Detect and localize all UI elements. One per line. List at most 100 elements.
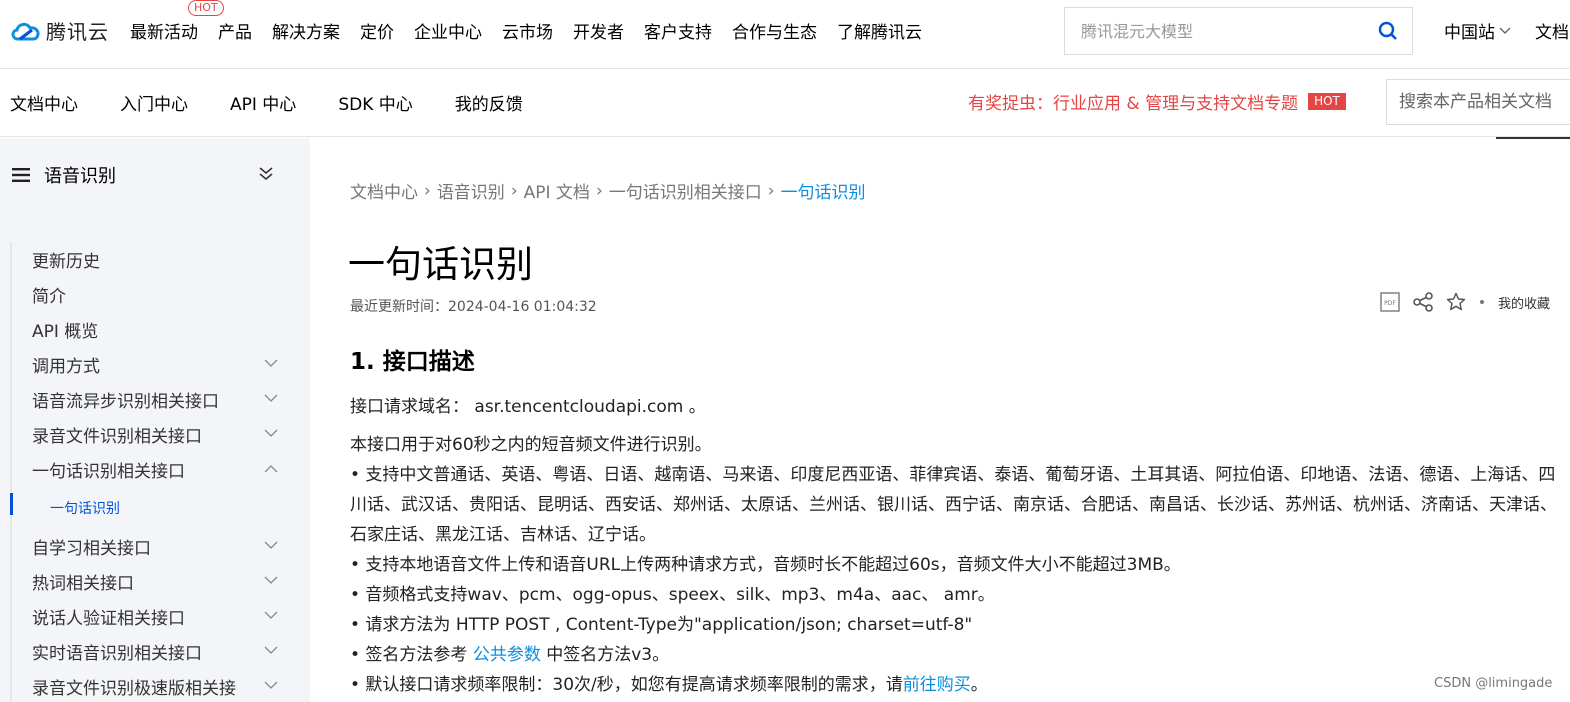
bullet-text: • 默认接口请求频率限制：30次/秒，如您有提高请求频率限制的需求，请 bbox=[350, 675, 903, 695]
chevron-down-icon bbox=[264, 429, 278, 437]
bullet-text: 中签名方法v3。 bbox=[540, 645, 670, 665]
sidebar-item-realtime[interactable]: 实时语音识别相关接口 bbox=[32, 634, 292, 669]
sidebar-item-async-stream[interactable]: 语音流异步识别相关接口 bbox=[32, 382, 292, 417]
sidebar-item-label: 自学习相关接口 bbox=[32, 539, 151, 559]
hot-badge: HOT bbox=[188, 0, 224, 16]
bullet-method: • 请求方法为 HTTP POST , Content-Type为"applic… bbox=[350, 615, 973, 635]
doc-link[interactable]: 文档 bbox=[1535, 18, 1569, 43]
nav-item-enterprise[interactable]: 企业中心 bbox=[414, 18, 482, 43]
promo-link[interactable]: 有奖捉虫：行业应用 & 管理与支持文档专题 HOT bbox=[968, 89, 1346, 114]
section-title: 1. 接口描述 bbox=[350, 349, 475, 375]
chevron-down-icon bbox=[1499, 27, 1511, 34]
breadcrumb-item[interactable]: 文档中心 bbox=[350, 178, 418, 203]
sidebar-item-label: 热词相关接口 bbox=[32, 574, 134, 594]
bullet-formats: • 音频格式支持wav、pcm、ogg-opus、speex、silk、mp3、… bbox=[350, 585, 995, 605]
doc-tools: PDF 我的收藏 bbox=[1380, 292, 1550, 312]
sidebar-item-sentence-recognition-group[interactable]: 一句话识别相关接口 bbox=[32, 452, 292, 487]
search-icon[interactable] bbox=[1378, 21, 1398, 41]
chevron-down-icon bbox=[264, 394, 278, 402]
sidebar-item-label: 调用方式 bbox=[32, 357, 100, 377]
chevron-up-icon bbox=[264, 465, 278, 473]
doc-subnav: 文档中心 入门中心 API 中心 SDK 中心 我的反馈 有奖捉虫：行业应用 &… bbox=[0, 69, 1570, 137]
domain-line: 接口请求域名： asr.tencentcloudapi.com 。 bbox=[350, 392, 1565, 422]
sidebar-item-label: 简介 bbox=[32, 287, 66, 307]
star-icon[interactable] bbox=[1446, 292, 1466, 312]
sidebar-item-label: API 概览 bbox=[32, 322, 99, 342]
sidebar-item-hotwords[interactable]: 热词相关接口 bbox=[32, 564, 292, 599]
subnav-getting-started[interactable]: 入门中心 bbox=[120, 90, 188, 115]
bullet-text: • 签名方法参考 bbox=[350, 645, 473, 665]
doc-sidebar: 语音识别 更新历史 简介 API 概览 调用方式 语音流异步识别相关接口 录音文… bbox=[0, 138, 310, 702]
chevron-right-icon: › bbox=[424, 180, 431, 201]
chevron-right-icon: › bbox=[767, 180, 775, 201]
subnav-sdk-center[interactable]: SDK 中心 bbox=[338, 90, 412, 115]
sidebar-item-file-recognition[interactable]: 录音文件识别相关接口 bbox=[32, 417, 292, 452]
breadcrumb-current[interactable]: 一句话识别 bbox=[781, 178, 866, 203]
promo-text: 有奖捉虫：行业应用 & 管理与支持文档专题 bbox=[968, 94, 1299, 114]
main-nav: 最新活动 产品 解决方案 定价 企业中心 云市场 开发者 客户支持 合作与生态 … bbox=[130, 18, 942, 43]
region-selector[interactable]: 中国站 bbox=[1444, 18, 1511, 43]
watermark: CSDN @limingade bbox=[1434, 676, 1553, 691]
sidebar-item-sentence-recognition[interactable]: 一句话识别 bbox=[32, 487, 292, 529]
global-search-input[interactable] bbox=[1065, 8, 1355, 54]
nav-item-developers[interactable]: 开发者 bbox=[573, 18, 624, 43]
menu-icon[interactable] bbox=[12, 167, 30, 183]
share-icon[interactable] bbox=[1412, 292, 1434, 312]
product-doc-search bbox=[1386, 79, 1570, 125]
chevron-down-icon bbox=[264, 541, 278, 549]
sidebar-item-label: 录音文件识别相关接口 bbox=[32, 427, 202, 447]
nav-item-marketplace[interactable]: 云市场 bbox=[502, 18, 553, 43]
chevron-right-icon: › bbox=[595, 180, 603, 201]
my-favorites-link[interactable]: 我的收藏 bbox=[1498, 293, 1550, 312]
breadcrumb: 文档中心 › 语音识别 › API 文档 › 一句话识别相关接口 › 一句话识别 bbox=[350, 178, 866, 204]
sidebar-item-speaker-verification[interactable]: 说话人验证相关接口 bbox=[32, 599, 292, 634]
product-doc-search-input[interactable] bbox=[1387, 80, 1570, 124]
domain-label: 接口请求域名： bbox=[350, 397, 469, 417]
nav-item-partners[interactable]: 合作与生态 bbox=[732, 18, 817, 43]
intro-text: 本接口用于对60秒之内的短音频文件进行识别。 bbox=[350, 435, 712, 455]
chevron-down-icon bbox=[264, 576, 278, 584]
page-title: 一句话识别 bbox=[348, 243, 533, 286]
bullet-signature: • 签名方法参考 公共参数 中签名方法v3。 bbox=[350, 640, 1565, 670]
sidebar-item-self-learning[interactable]: 自学习相关接口 bbox=[32, 529, 292, 564]
breadcrumb-item[interactable]: 语音识别 bbox=[437, 178, 505, 203]
chevron-down-icon bbox=[264, 681, 278, 689]
sidebar-item-label: 说话人验证相关接口 bbox=[32, 609, 185, 629]
pdf-icon[interactable]: PDF bbox=[1380, 292, 1400, 312]
dot-icon bbox=[1480, 300, 1484, 304]
sidebar-item-label: 一句话识别相关接口 bbox=[32, 462, 185, 482]
breadcrumb-item[interactable]: API 文档 bbox=[524, 178, 590, 203]
breadcrumb-item[interactable]: 一句话识别相关接口 bbox=[609, 178, 762, 203]
sidebar-tree-line bbox=[10, 242, 12, 702]
sidebar-item-api-overview[interactable]: API 概览 bbox=[32, 312, 292, 347]
tencent-cloud-logo[interactable]: 腾讯云 bbox=[10, 16, 109, 45]
nav-item-latest-activities[interactable]: 最新活动 bbox=[130, 18, 198, 43]
svg-text:PDF: PDF bbox=[1384, 300, 1396, 307]
subnav-api-center[interactable]: API 中心 bbox=[230, 90, 296, 115]
sidebar-title: 语音识别 bbox=[44, 166, 116, 187]
common-params-link[interactable]: 公共参数 bbox=[473, 645, 541, 665]
nav-item-about[interactable]: 了解腾讯云 bbox=[837, 18, 922, 43]
nav-item-pricing[interactable]: 定价 bbox=[360, 18, 394, 43]
subnav-doc-center[interactable]: 文档中心 bbox=[10, 90, 78, 115]
nav-item-support[interactable]: 客户支持 bbox=[644, 18, 712, 43]
region-label: 中国站 bbox=[1444, 23, 1495, 43]
chevron-down-icon bbox=[264, 646, 278, 654]
sidebar-item-history[interactable]: 更新历史 bbox=[32, 242, 292, 277]
purchase-link[interactable]: 前往购买 bbox=[903, 675, 971, 695]
sidebar-item-call-methods[interactable]: 调用方式 bbox=[32, 347, 292, 382]
sidebar-item-label: 语音流异步识别相关接口 bbox=[32, 392, 219, 412]
double-chevron-down-icon[interactable] bbox=[258, 166, 274, 182]
active-indicator bbox=[10, 493, 13, 515]
bullet-languages: • 支持中文普通话、英语、粤语、日语、越南语、马来语、印度尼西亚语、菲律宾语、泰… bbox=[350, 465, 1557, 545]
subnav-items: 文档中心 入门中心 API 中心 SDK 中心 我的反馈 bbox=[10, 90, 565, 115]
nav-item-products[interactable]: 产品 bbox=[218, 18, 252, 43]
subnav-feedback[interactable]: 我的反馈 bbox=[455, 90, 523, 115]
nav-item-solutions[interactable]: 解决方案 bbox=[272, 18, 340, 43]
sidebar-item-label: 一句话识别 bbox=[50, 501, 120, 517]
promo-hot-badge: HOT bbox=[1308, 93, 1346, 110]
sidebar-item-intro[interactable]: 简介 bbox=[32, 277, 292, 312]
doc-main: 文档中心 › 语音识别 › API 文档 › 一句话识别相关接口 › 一句话识别… bbox=[310, 138, 1570, 702]
sidebar-item-fast-file[interactable]: 录音文件识别极速版相关接 bbox=[32, 669, 292, 702]
bullet-upload: • 支持本地语音文件上传和语音URL上传两种请求方式，音频时长不能超过60s，音… bbox=[350, 555, 1181, 575]
